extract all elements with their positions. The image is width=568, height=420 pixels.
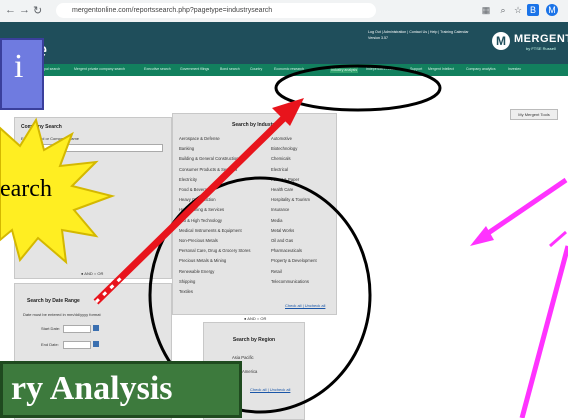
annotation-overlay: [0, 64, 568, 418]
industry-analysis-banner: ry Analysis: [0, 361, 242, 418]
callout-text: earch: [0, 176, 52, 202]
blue-button-glyph: i: [14, 48, 24, 85]
red-arrow: [93, 98, 304, 305]
banner-text: ry Analysis: [11, 370, 173, 407]
magenta-arrow-lower: [519, 230, 568, 418]
magenta-arrow-upper: [470, 177, 568, 246]
blue-overlay-button: i: [0, 38, 44, 110]
